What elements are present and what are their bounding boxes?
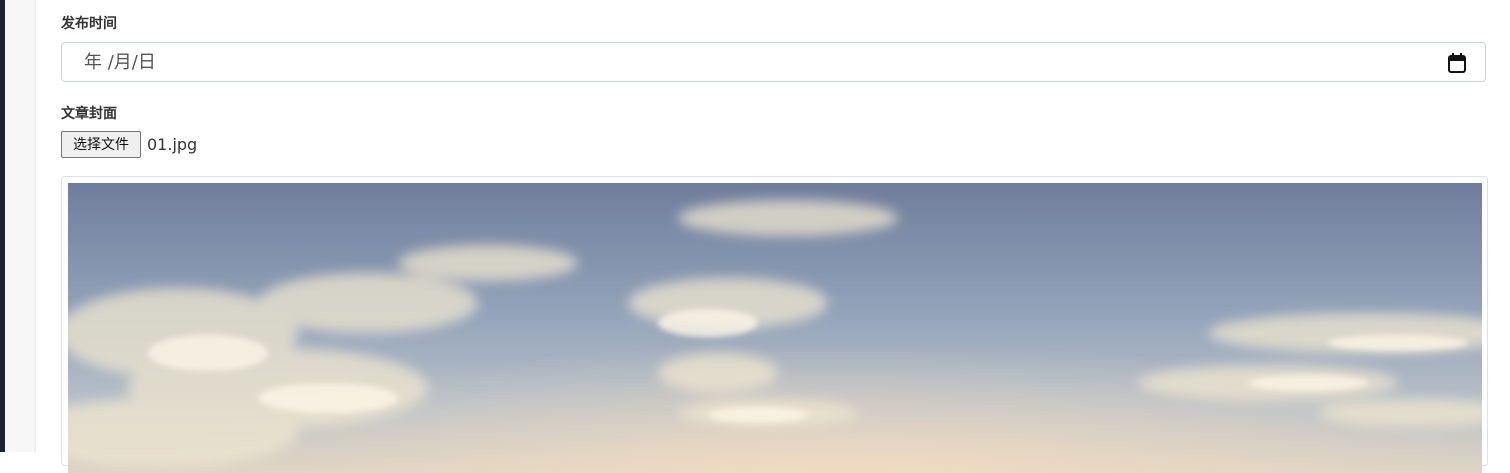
- sidebar-gutter: [5, 0, 36, 452]
- publish-time-placeholder: 年 /月/日: [84, 52, 156, 73]
- chosen-file-name: 01.jpg: [147, 135, 198, 154]
- cover-label: 文章封面: [61, 106, 117, 122]
- cover-preview-image: [68, 183, 1482, 473]
- cover-preview-frame: [61, 176, 1488, 473]
- calendar-icon[interactable]: [1448, 53, 1466, 73]
- choose-file-button[interactable]: 选择文件: [61, 131, 141, 158]
- publish-time-input[interactable]: 年 /月/日: [61, 42, 1486, 82]
- publish-time-label: 发布时间: [61, 16, 117, 32]
